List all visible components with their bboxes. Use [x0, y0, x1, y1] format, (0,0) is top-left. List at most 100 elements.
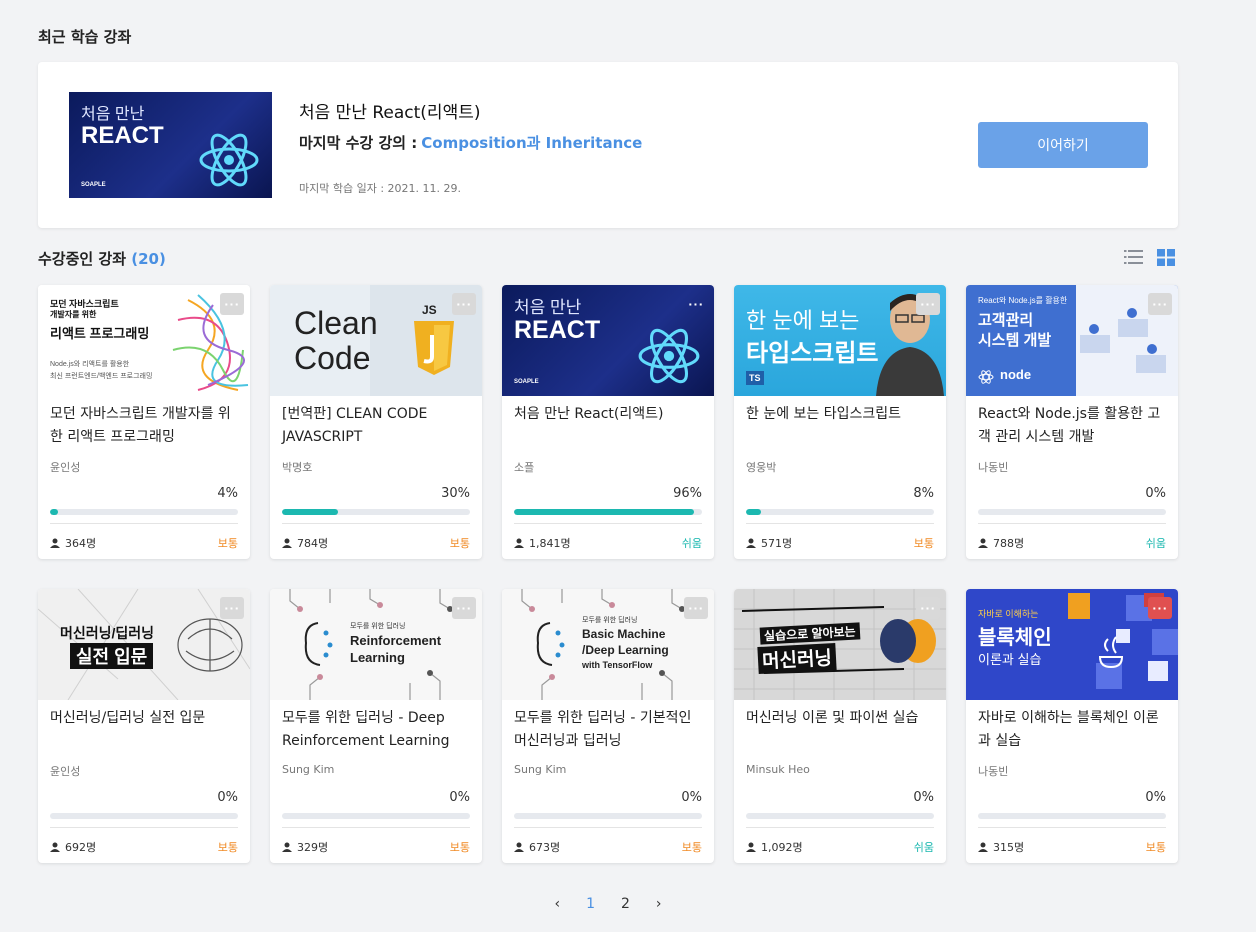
user-icon: [746, 538, 756, 548]
course-author: 윤인성: [50, 461, 81, 474]
page-1[interactable]: 1: [586, 896, 595, 912]
course-card[interactable]: 모두를 위한 딥러닝 Reinforcement Learning ··· 모두…: [270, 589, 482, 863]
course-title[interactable]: [번역판] CLEAN CODE JAVASCRIPT: [282, 403, 472, 449]
course-card[interactable]: Clean Code JS ··· [번역판] CLEAN CODE JAVAS…: [270, 285, 482, 559]
course-card[interactable]: 한 눈에 보는 타입스크립트 TS ··· 한 눈에 보는 타입스크립트 영웅박…: [734, 285, 946, 559]
progress-bar: [50, 509, 238, 515]
progress-percent: 4%: [217, 486, 238, 501]
course-thumbnail[interactable]: 모던 자바스크립트 개발자를 위한 리액트 프로그래밍 Node.js와 리액트…: [38, 285, 250, 396]
divider: [514, 523, 702, 524]
course-card[interactable]: 처음 만난 REACT SOAPLE ··· 처음 만난 React(리액트) …: [502, 285, 714, 559]
thumb-text: JS: [422, 303, 437, 317]
last-lecture-link[interactable]: Composition과 Inheritance: [421, 134, 642, 152]
progress-percent: 0%: [681, 790, 702, 805]
course-title[interactable]: 처음 만난 React(리액트): [514, 403, 704, 426]
course-thumbnail[interactable]: 모두를 위한 딥러닝 Reinforcement Learning: [270, 589, 482, 700]
course-card[interactable]: 모던 자바스크립트 개발자를 위한 리액트 프로그래밍 Node.js와 리액트…: [38, 285, 250, 559]
student-count-text: 1,841명: [529, 537, 571, 550]
recent-course-title[interactable]: 처음 만난 React(리액트): [299, 98, 481, 123]
more-icon[interactable]: ···: [684, 597, 708, 619]
thumb-brand: SOAPLE: [514, 379, 539, 385]
continue-button[interactable]: 이어하기: [978, 122, 1148, 168]
thumb-text: 실전 입문: [70, 643, 154, 669]
course-thumbnail[interactable]: 한 눈에 보는 타입스크립트 TS: [734, 285, 946, 396]
course-card[interactable]: 모두를 위한 딥러닝 Basic Machine /Deep Learning …: [502, 589, 714, 863]
divider: [514, 827, 702, 828]
progress-bar: [746, 509, 934, 515]
course-thumbnail[interactable]: 자바로 이해하는 블록체인 이론과 실습: [966, 589, 1178, 700]
course-title[interactable]: 모던 자바스크립트 개발자를 위한 리액트 프로그래밍: [50, 403, 240, 449]
javascript-shield-icon: [414, 321, 454, 375]
more-icon[interactable]: ···: [916, 293, 940, 315]
thumb-text: 이론과 실습: [978, 652, 1042, 667]
progress-percent: 30%: [441, 486, 470, 501]
user-icon: [746, 842, 756, 852]
chevron-right-icon[interactable]: ›: [656, 896, 662, 912]
course-thumbnail[interactable]: React와 Node.js를 활용한 고객관리 시스템 개발 node: [966, 285, 1178, 396]
course-thumbnail[interactable]: 머신러닝/딥러닝 실전 입문: [38, 589, 250, 700]
divider: [282, 827, 470, 828]
progress-bar: [978, 813, 1166, 819]
thumb-text: Basic Machine: [582, 627, 666, 641]
more-icon[interactable]: ···: [452, 597, 476, 619]
course-author: 영웅박: [746, 461, 777, 474]
page-2[interactable]: 2: [621, 896, 630, 912]
thumb-text: Reinforcement: [350, 633, 442, 648]
course-card[interactable]: React와 Node.js를 활용한 고객관리 시스템 개발 node ···…: [966, 285, 1178, 559]
list-view-icon[interactable]: [1124, 249, 1143, 265]
more-icon[interactable]: ···: [452, 293, 476, 315]
course-thumbnail[interactable]: 실습으로 알아보는 머신러닝: [734, 589, 946, 700]
more-icon[interactable]: ···: [220, 597, 244, 619]
course-title[interactable]: 머신러닝/딥러닝 실전 입문: [50, 707, 240, 730]
thumb-text: 한 눈에 보는: [746, 308, 860, 333]
thumb-text: 개발자를 위한: [50, 310, 97, 319]
course-author: Sung Kim: [282, 763, 335, 776]
user-icon: [514, 842, 524, 852]
student-count: 329명: [282, 839, 328, 855]
course-title[interactable]: 모두를 위한 딥러닝 - 기본적인 머신러닝과 딥러닝: [514, 707, 704, 753]
thumb-text: 블록체인: [978, 627, 1052, 649]
chevron-left-icon[interactable]: ‹: [554, 896, 560, 912]
course-card[interactable]: 실습으로 알아보는 머신러닝 ··· 머신러닝 이론 및 파이썬 실습 Mins…: [734, 589, 946, 863]
course-title[interactable]: 머신러닝 이론 및 파이썬 실습: [746, 707, 936, 730]
thumb-text: React와 Node.js를 활용한: [978, 296, 1068, 305]
difficulty-badge: 보통: [449, 537, 470, 550]
progress-bar: [746, 813, 934, 819]
grid-view-icon[interactable]: [1157, 249, 1175, 266]
course-title[interactable]: React와 Node.js를 활용한 고객 관리 시스템 개발: [978, 403, 1168, 449]
user-icon: [50, 842, 60, 852]
course-thumbnail[interactable]: Clean Code JS: [270, 285, 482, 396]
more-icon[interactable]: ···: [684, 293, 708, 315]
course-author: Sung Kim: [514, 763, 567, 776]
course-author: 나동빈: [978, 765, 1009, 778]
user-icon: [978, 842, 988, 852]
course-card[interactable]: 자바로 이해하는 블록체인 이론과 실습 ··· 자바로 이해하는 블록체인 이…: [966, 589, 1178, 863]
more-icon[interactable]: ···: [1148, 597, 1172, 619]
course-thumbnail[interactable]: 모두를 위한 딥러닝 Basic Machine /Deep Learning …: [502, 589, 714, 700]
student-count: 571명: [746, 535, 792, 551]
more-icon[interactable]: ···: [220, 293, 244, 315]
course-title[interactable]: 한 눈에 보는 타입스크립트: [746, 403, 936, 426]
recent-course-thumbnail[interactable]: 처음 만난 REACT SOAPLE: [69, 92, 272, 198]
thumb-text: REACT: [81, 122, 164, 149]
student-count: 1,092명: [746, 839, 803, 855]
course-title[interactable]: 모두를 위한 딥러닝 - Deep Reinforcement Learning: [282, 707, 472, 753]
enrolled-title: 수강중인 강좌: [38, 250, 127, 268]
pagination: ‹ 1 2 ›: [0, 896, 1216, 912]
student-count-text: 1,092명: [761, 841, 803, 854]
progress-bar-fill: [746, 509, 762, 515]
progress-bar: [514, 813, 702, 819]
react-logo-icon: [199, 133, 259, 187]
student-count-text: 364명: [65, 537, 97, 550]
course-thumbnail[interactable]: 처음 만난 REACT SOAPLE: [502, 285, 714, 396]
difficulty-badge: 쉬움: [1145, 537, 1166, 550]
course-card[interactable]: 머신러닝/딥러닝 실전 입문 ··· 머신러닝/딥러닝 실전 입문 윤인성 0%…: [38, 589, 250, 863]
more-icon[interactable]: ···: [916, 597, 940, 619]
enrolled-section-title: 수강중인 강좌 (20): [38, 248, 166, 269]
progress-bar-fill: [282, 509, 339, 515]
difficulty-badge: 보통: [1145, 841, 1166, 854]
student-count: 1,841명: [514, 535, 571, 551]
more-icon[interactable]: ···: [1148, 293, 1172, 315]
difficulty-badge: 보통: [913, 537, 934, 550]
course-title[interactable]: 자바로 이해하는 블록체인 이론과 실습: [978, 707, 1168, 753]
